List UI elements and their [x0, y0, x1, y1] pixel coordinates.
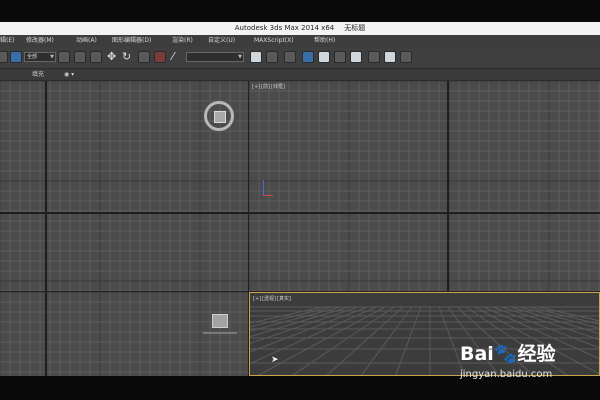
- baidu-jingyan-watermark: Bai🐾经验 jingyan.baidu.com: [458, 335, 598, 391]
- menu-bar: 辑(E) 修改器(M) 动画(A) 图形编辑器(D) 渲染(R) 自定义(U) …: [0, 35, 600, 47]
- ribbon-edge-label: ▏: [0, 71, 3, 78]
- select-object-icon[interactable]: [58, 51, 70, 63]
- app-window: Autodesk 3ds Max 2014 x64 无标题 辑(E) 修改器(M)…: [0, 22, 600, 376]
- viewport-persp-shading[interactable]: [真实]: [277, 296, 291, 302]
- reference-coordinate-icon[interactable]: [154, 51, 166, 63]
- grid-left: [0, 292, 248, 376]
- viewport-front-shading[interactable]: [线框]: [271, 84, 285, 90]
- menu-edit[interactable]: 辑(E): [0, 35, 14, 47]
- selection-filter-value: 全部: [27, 54, 38, 60]
- snap-toggle-icon[interactable]: ⁄: [172, 49, 174, 65]
- select-by-name-icon[interactable]: [74, 51, 86, 63]
- document-name: 无标题: [344, 24, 366, 32]
- render-production-icon[interactable]: [400, 51, 412, 63]
- graphite-toolbar-icon[interactable]: [302, 51, 314, 63]
- material-editor-icon[interactable]: [350, 51, 362, 63]
- viewport-left[interactable]: [0, 292, 248, 376]
- menu-modifiers[interactable]: 修改器(M): [26, 35, 54, 47]
- menu-maxscript[interactable]: MAXScript(X): [254, 35, 294, 47]
- viewport-top[interactable]: [0, 81, 248, 291]
- viewcube-base: [203, 332, 237, 334]
- viewcube-icon[interactable]: [204, 101, 234, 131]
- rendered-frame-window-icon[interactable]: [384, 51, 396, 63]
- mouse-cursor-icon: ➤: [271, 355, 279, 365]
- mirror-icon[interactable]: [250, 51, 262, 63]
- chevron-down-icon: ▼: [238, 54, 242, 60]
- chevron-down-icon: ▼: [50, 54, 54, 60]
- menu-graph-editors[interactable]: 图形编辑器(D): [112, 35, 151, 47]
- undo-icon[interactable]: [0, 51, 8, 63]
- viewport-front-label[interactable]: [+][前][线框]: [252, 83, 286, 90]
- viewport-front-point-of-view[interactable]: [前]: [261, 84, 270, 90]
- world-axis-x: [263, 195, 273, 196]
- main-toolbar: 全部 ▼ ✥ ↻ ⁄ ▼: [0, 47, 600, 69]
- viewport-front[interactable]: [+][前][线框]: [249, 81, 600, 291]
- menu-animation[interactable]: 动画(A): [76, 35, 97, 47]
- viewcube-icon[interactable]: [212, 314, 228, 328]
- viewport-area: [+][前][线框] [+][透视][真实]: [0, 81, 600, 376]
- viewport-front-menu[interactable]: [+]: [252, 84, 260, 90]
- select-scale-icon[interactable]: [138, 51, 150, 63]
- rectangular-selection-icon[interactable]: [90, 51, 102, 63]
- selection-filter-dropdown[interactable]: 全部 ▼: [24, 52, 56, 62]
- named-selection-sets-dropdown[interactable]: ▼: [186, 52, 244, 62]
- viewport-persp-point-of-view[interactable]: [透视]: [262, 296, 276, 302]
- select-move-icon[interactable]: ✥: [107, 49, 116, 65]
- viewport-perspective-label[interactable]: [+][透视][真实]: [253, 295, 292, 302]
- menu-rendering[interactable]: 渲染(R): [172, 35, 193, 47]
- menu-help[interactable]: 帮助(H): [314, 35, 335, 47]
- world-axis-y: [263, 180, 264, 196]
- menu-customize[interactable]: 自定义(U): [208, 35, 235, 47]
- align-icon[interactable]: [266, 51, 278, 63]
- viewport-persp-menu[interactable]: [+]: [253, 296, 261, 302]
- ribbon-toggle-icon[interactable]: ◉ ▾: [64, 69, 74, 80]
- ribbon-bar: ▏ 填充 ◉ ▾: [0, 69, 600, 81]
- render-setup-icon[interactable]: [368, 51, 380, 63]
- schematic-view-icon[interactable]: [334, 51, 346, 63]
- select-rotate-icon[interactable]: ↻: [122, 49, 131, 65]
- letterbox-top: [0, 0, 600, 22]
- layer-manager-icon[interactable]: [284, 51, 296, 63]
- watermark-logo: Bai🐾经验: [460, 343, 556, 365]
- ribbon-tab-populate[interactable]: 填充: [32, 69, 44, 80]
- paw-icon: 🐾: [493, 343, 518, 365]
- select-link-icon[interactable]: [10, 51, 22, 63]
- watermark-url: jingyan.baidu.com: [460, 369, 553, 380]
- app-title: Autodesk 3ds Max 2014 x64: [234, 24, 335, 32]
- title-bar: Autodesk 3ds Max 2014 x64 无标题: [0, 22, 600, 35]
- curve-editor-icon[interactable]: [318, 51, 330, 63]
- grid-front: [249, 81, 600, 291]
